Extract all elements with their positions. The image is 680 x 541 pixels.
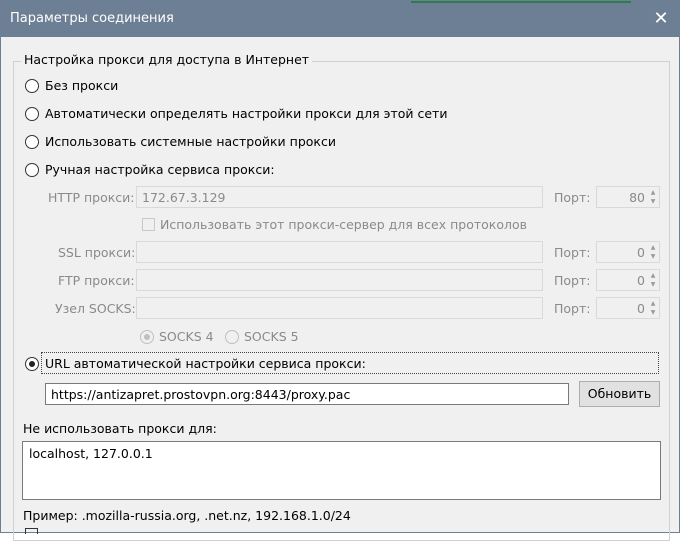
radio-socks5-label[interactable]: SOCKS 5: [244, 329, 299, 344]
socks-port-value: 0: [637, 301, 645, 316]
radio-auto-detect-label[interactable]: Автоматически определять настройки прокс…: [45, 106, 447, 121]
ssl-port-value: 0: [637, 245, 645, 260]
accent-line: [411, 1, 631, 3]
ssl-port-stepper[interactable]: 0 ▲ ▼: [596, 241, 660, 263]
ftp-proxy-label: FTP прокси:: [58, 273, 135, 288]
dialog-title: Параметры соединения: [10, 11, 174, 26]
pac-url-input[interactable]: https://antizapret.prostovpn.org:8443/pr…: [45, 383, 569, 405]
http-proxy-input[interactable]: 172.67.3.129: [136, 186, 543, 208]
radio-system-proxy-label[interactable]: Использовать системные настройки прокси: [45, 134, 336, 149]
title-bar: Параметры соединения ✕: [1, 1, 679, 37]
no-proxy-label: Не использовать прокси для:: [23, 421, 217, 436]
http-proxy-label: HTTP прокси:: [48, 190, 135, 205]
radio-pac-url[interactable]: [25, 357, 39, 371]
radio-system-proxy[interactable]: [25, 135, 39, 149]
stepper-arrows-icon[interactable]: ▲ ▼: [648, 299, 658, 317]
stepper-arrows-icon[interactable]: ▲ ▼: [648, 188, 658, 206]
connection-settings-dialog: Параметры соединения ✕ Настройка прокси …: [0, 0, 680, 541]
socks-host-label: Узел SOCKS:: [55, 301, 136, 316]
socks-port-label: Порт:: [554, 301, 591, 316]
http-port-label: Порт:: [554, 190, 591, 205]
radio-socks4[interactable]: [140, 330, 154, 344]
partial-checkbox[interactable]: [25, 528, 38, 534]
http-port-value: 80: [629, 190, 645, 205]
radio-manual-proxy-label[interactable]: Ручная настройка сервиса прокси:: [45, 162, 275, 177]
close-icon[interactable]: ✕: [649, 7, 673, 31]
radio-auto-detect[interactable]: [25, 107, 39, 121]
radio-socks4-label[interactable]: SOCKS 4: [159, 329, 214, 344]
reload-button[interactable]: Обновить: [579, 381, 660, 407]
ssl-proxy-input[interactable]: [136, 241, 543, 263]
ftp-port-label: Порт:: [554, 273, 591, 288]
ftp-proxy-input[interactable]: [136, 269, 543, 291]
stepper-arrows-icon[interactable]: ▲ ▼: [648, 271, 658, 289]
ssl-proxy-label: SSL прокси:: [58, 245, 136, 260]
use-for-all-checkbox[interactable]: [142, 218, 155, 231]
radio-no-proxy-label[interactable]: Без прокси: [45, 78, 118, 93]
radio-no-proxy[interactable]: [25, 79, 39, 93]
ftp-port-stepper[interactable]: 0 ▲ ▼: [596, 269, 660, 291]
proxy-group-label: Настройка прокси для доступа в Интернет: [21, 52, 313, 67]
ftp-port-value: 0: [637, 273, 645, 288]
radio-manual-proxy[interactable]: [25, 163, 39, 177]
radio-socks5[interactable]: [225, 330, 239, 344]
socks-port-stepper[interactable]: 0 ▲ ▼: [596, 297, 660, 319]
stepper-arrows-icon[interactable]: ▲ ▼: [648, 243, 658, 261]
socks-host-input[interactable]: [136, 297, 543, 319]
no-proxy-textarea[interactable]: localhost, 127.0.0.1: [22, 441, 661, 500]
no-proxy-example: Пример: .mozilla-russia.org, .net.nz, 19…: [23, 508, 351, 523]
use-for-all-label: Использовать этот прокси-сервер для всех…: [160, 217, 527, 232]
radio-pac-url-label[interactable]: URL автоматической настройки сервиса про…: [45, 356, 366, 371]
ssl-port-label: Порт:: [554, 245, 591, 260]
http-port-stepper[interactable]: 80 ▲ ▼: [596, 186, 660, 208]
